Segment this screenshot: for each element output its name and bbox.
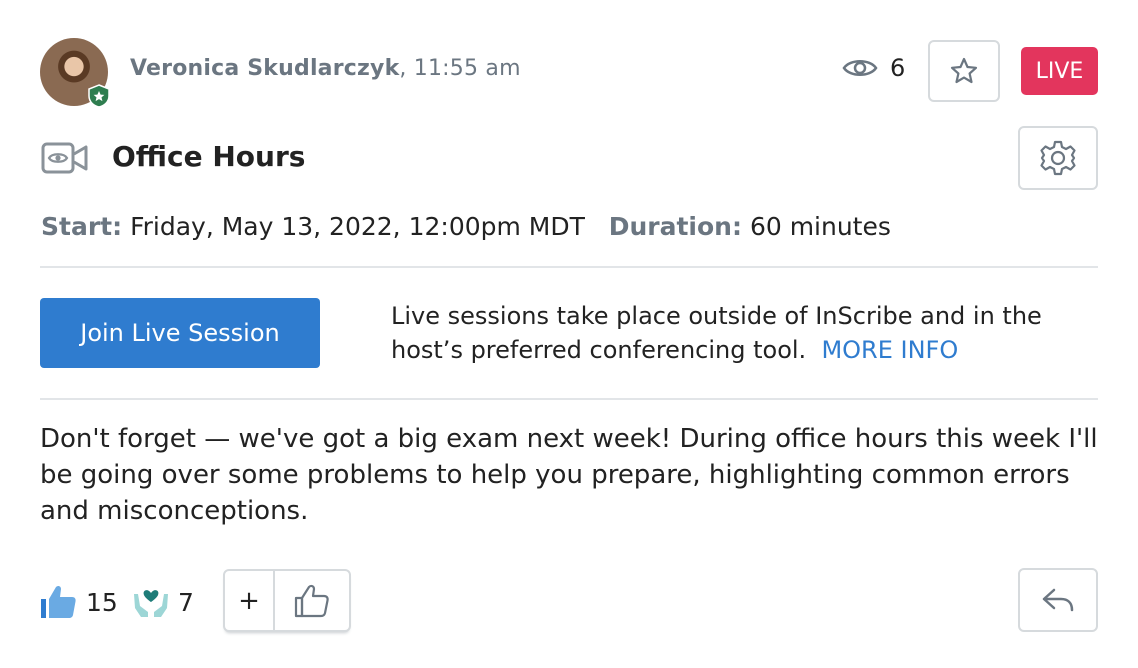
views-count: 6: [890, 54, 906, 82]
start-value: Friday, May 13, 2022, 12:00pm MDT: [130, 212, 585, 241]
gear-icon: [1040, 140, 1076, 176]
like-reaction[interactable]: 15: [40, 582, 118, 622]
video-camera-icon: [41, 142, 88, 174]
duration-label: Duration:: [608, 212, 742, 241]
add-reaction-button[interactable]: +: [225, 571, 275, 630]
care-reaction[interactable]: 7: [132, 582, 194, 622]
live-session-info: Live sessions take place outside of InSc…: [391, 299, 1091, 367]
likes-count: 15: [86, 587, 118, 617]
live-badge: LIVE: [1021, 47, 1098, 95]
view-count: 6: [842, 50, 905, 86]
join-live-session-button[interactable]: Join Live Session: [40, 298, 320, 368]
post-body: Don't forget — we've got a big exam next…: [40, 424, 1098, 526]
like-button[interactable]: [275, 571, 349, 630]
post-time: , 11:55 am: [399, 56, 521, 81]
more-info-link[interactable]: MORE INFO: [821, 336, 958, 364]
reaction-picker: +: [223, 569, 351, 632]
session-meta: Start: Friday, May 13, 2022, 12:00pm MDT…: [41, 212, 891, 241]
eye-icon: [842, 60, 878, 76]
caring-hands-icon: [134, 590, 168, 617]
post-author: Veronica Skudlarczyk, 11:55 am: [130, 56, 521, 81]
settings-button[interactable]: [1018, 126, 1098, 190]
start-label: Start:: [41, 212, 123, 241]
divider: [40, 398, 1098, 400]
reply-button[interactable]: [1018, 568, 1098, 632]
author-name[interactable]: Veronica Skudlarczyk: [130, 56, 399, 81]
favorite-button[interactable]: [928, 40, 1000, 102]
avatar[interactable]: [40, 38, 110, 108]
moderator-badge-icon: [88, 84, 110, 108]
divider: [40, 266, 1098, 268]
thumbs-up-icon: [41, 585, 76, 618]
thumbs-up-outline-icon: [294, 584, 329, 617]
page-title: Office Hours: [112, 140, 306, 173]
reply-icon: [1042, 588, 1074, 612]
care-count: 7: [178, 587, 194, 617]
duration-value: 60 minutes: [749, 212, 891, 241]
star-icon: [950, 57, 978, 84]
